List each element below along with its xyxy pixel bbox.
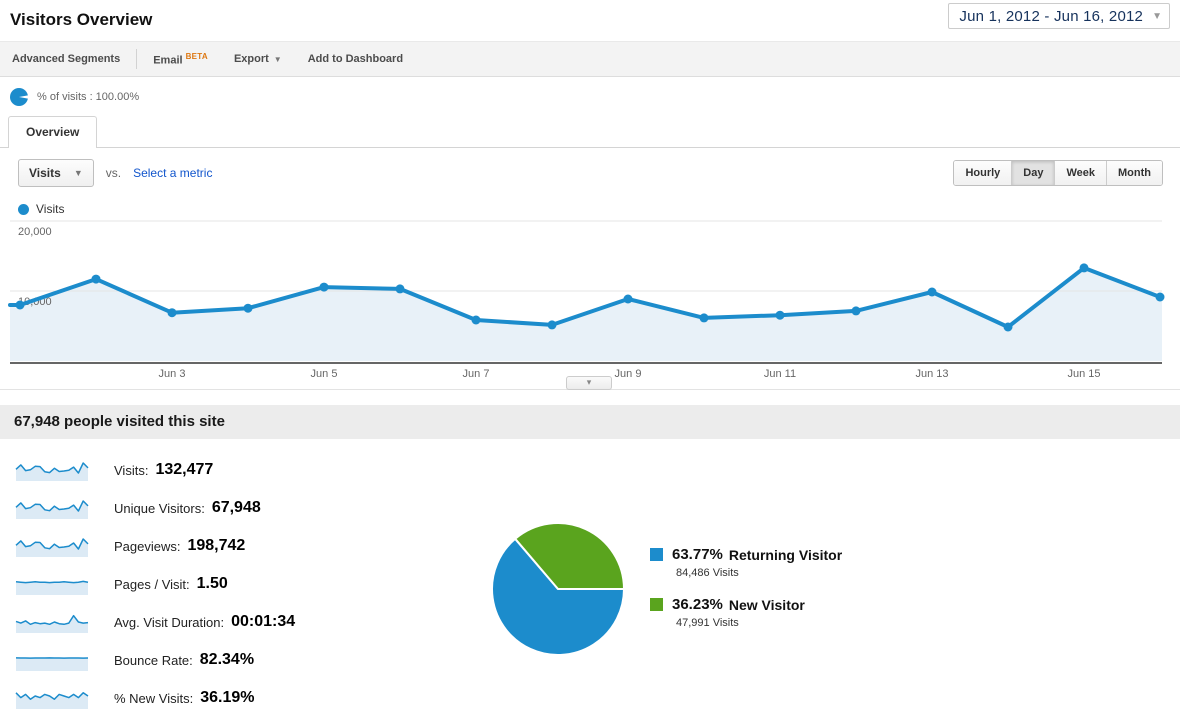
advanced-segments-button[interactable]: Advanced Segments: [12, 53, 120, 65]
metric-value: 1.50: [196, 575, 228, 592]
export-label: Export: [233, 53, 269, 65]
returning-visitor-pct: 63.77%: [672, 546, 723, 563]
metric-value: 132,477: [155, 461, 214, 478]
svg-text:Jun 15: Jun 15: [1067, 368, 1100, 380]
new-visitor-label: New Visitor: [728, 596, 805, 613]
new-visitor-visits: 47,991 Visits: [676, 617, 739, 629]
svg-text:Jun 9: Jun 9: [615, 368, 642, 380]
chart-collapse-handle[interactable]: ▾: [566, 376, 612, 390]
beta-badge: BETA: [185, 51, 208, 61]
metric-label: Bounce Rate:: [114, 652, 193, 668]
pie-legend-returning: 63.77% Returning Visitor 84,486 Visits: [650, 546, 980, 579]
metric-value: 36.19%: [200, 689, 255, 706]
svg-text:Jun 11: Jun 11: [764, 368, 796, 380]
metric-label: Visits:: [114, 462, 149, 478]
date-range-selector[interactable]: Jun 1, 2012 - Jun 16, 2012 ▼: [948, 3, 1170, 29]
metric-label: Pages / Visit:: [114, 576, 190, 592]
metric-dropdown[interactable]: Visits ▼: [18, 159, 94, 187]
tab-divider: [0, 147, 1180, 148]
chevron-down-icon: ▼: [1152, 10, 1162, 22]
date-range-label: Jun 1, 2012 - Jun 16, 2012: [959, 7, 1144, 25]
pie-segment-icon[interactable]: [10, 87, 29, 106]
returning-visitor-label: Returning Visitor: [728, 546, 843, 563]
avg-visit-duration-sparkline: [15, 614, 89, 633]
granularity-hourly-button[interactable]: Hourly: [954, 161, 1012, 185]
svg-text:Jun 3: Jun 3: [159, 368, 186, 380]
series-legend: Visits: [18, 202, 64, 216]
series-dot-icon: [18, 203, 29, 215]
metric-list: Visits: 132,477 Unique Visitors: 67,948 …: [14, 458, 295, 721]
series-legend-label: Visits: [36, 202, 65, 216]
visitor-type-pie-chart[interactable]: [490, 521, 630, 661]
pageviews-sparkline: [15, 538, 89, 557]
metric-row-pages-per-visit: Pages / Visit: 1.50: [14, 572, 295, 596]
pages-per-visit-sparkline: [15, 580, 89, 595]
svg-text:Jun 7: Jun 7: [463, 368, 490, 380]
new-visitor-swatch-icon: [650, 598, 663, 611]
svg-text:20,000: 20,000: [18, 226, 52, 238]
chevron-down-icon: ▼: [273, 55, 282, 64]
toolbar-divider: [136, 49, 138, 69]
visitors-overview-page: Visitors Overview Jun 1, 2012 - Jun 16, …: [0, 0, 1180, 721]
vs-label: vs.: [105, 166, 122, 180]
metric-row-pageviews: Pageviews: 198,742: [14, 534, 295, 558]
granularity-day-button[interactable]: Day: [1011, 161, 1055, 185]
visits-sparkline: [15, 462, 89, 481]
email-label: Email: [153, 54, 183, 67]
svg-text:Jun 5: Jun 5: [311, 368, 338, 380]
granularity-switcher: Hourly Day Week Month: [953, 160, 1163, 186]
returning-visitor-swatch-icon: [650, 548, 663, 561]
chevron-down-icon: ▼: [73, 168, 83, 178]
summary-banner: 67,948 people visited this site: [0, 405, 1180, 439]
select-metric-link[interactable]: Select a metric: [133, 166, 212, 180]
metric-row-unique-visitors: Unique Visitors: 67,948: [14, 496, 295, 520]
metric-row-bounce-rate: Bounce Rate: 82.34%: [14, 648, 295, 672]
metric-value: 198,742: [187, 537, 246, 554]
bounce-rate-sparkline: [15, 657, 89, 671]
metric-value: 82.34%: [199, 651, 255, 668]
pie-legend: 63.77% Returning Visitor 84,486 Visits 3…: [650, 546, 980, 646]
add-to-dashboard-button[interactable]: Add to Dashboard: [308, 53, 403, 65]
summary-banner-text: 67,948 people visited this site: [14, 413, 225, 430]
new-visitor-pct: 36.23%: [672, 596, 723, 613]
email-button[interactable]: Email BETA: [153, 52, 208, 67]
granularity-month-button[interactable]: Month: [1106, 161, 1162, 185]
metric-label: Pageviews:: [114, 538, 181, 554]
tab-overview[interactable]: Overview: [8, 116, 98, 148]
percent-of-visits-label: % of visits : 100.00%: [37, 90, 140, 103]
metric-value: 00:01:34: [231, 613, 296, 630]
metric-label: Unique Visitors:: [114, 500, 205, 516]
granularity-week-button[interactable]: Week: [1054, 161, 1107, 185]
metric-row-avg-visit-duration: Avg. Visit Duration: 00:01:34: [14, 610, 295, 634]
export-button[interactable]: Export ▼: [234, 53, 282, 65]
chart-controls: Visits ▼ vs. Select a metric: [18, 159, 212, 187]
segment-bar: % of visits : 100.00%: [0, 78, 1180, 115]
metric-label: % New Visits:: [114, 690, 194, 706]
svg-text:Jun 13: Jun 13: [915, 368, 948, 380]
metric-row-visits: Visits: 132,477: [14, 458, 295, 482]
pie-legend-new: 36.23% New Visitor 47,991 Visits: [650, 596, 980, 629]
metric-label: Avg. Visit Duration:: [114, 614, 225, 630]
metric-dropdown-label: Visits: [29, 166, 61, 180]
action-toolbar: Advanced Segments Email BETA Export ▼ Add …: [0, 41, 1180, 77]
unique-visitors-sparkline: [15, 500, 89, 519]
metric-row-new-visits: % New Visits: 36.19%: [14, 686, 295, 710]
visits-line-chart[interactable]: 20,00010,000Jun 3 Jun 5 Jun 7 Jun 9 Jun 11 Ju…: [0, 218, 1180, 380]
page-title: Visitors Overview: [10, 10, 153, 29]
returning-visitor-visits: 84,486 Visits: [676, 567, 739, 579]
metric-value: 67,948: [211, 499, 261, 516]
new-visits-sparkline: [15, 692, 89, 709]
